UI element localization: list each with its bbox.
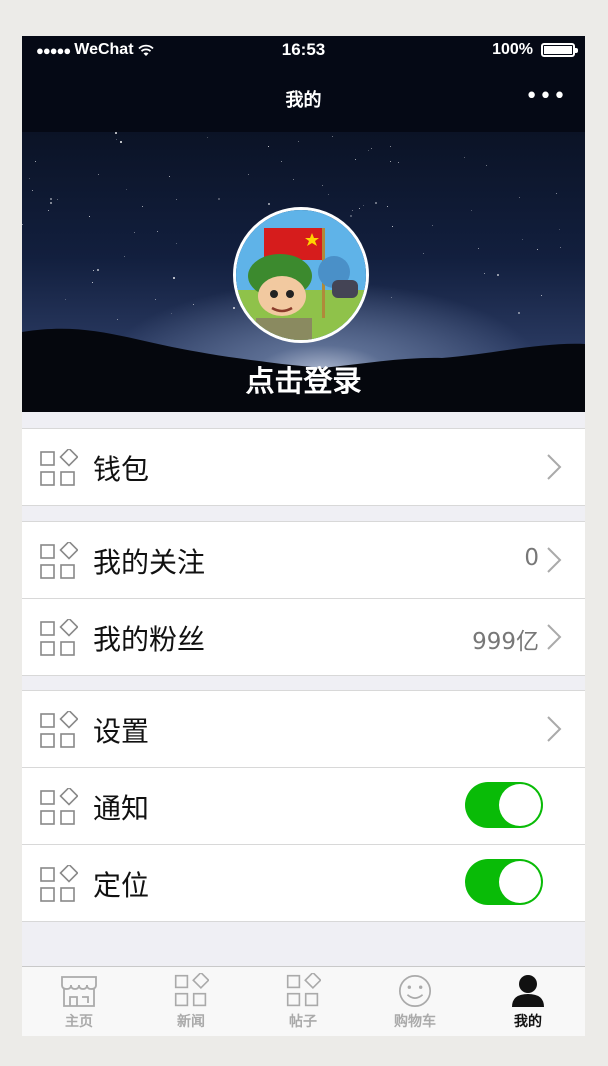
row-value: 999亿 bbox=[472, 629, 539, 655]
list-row[interactable]: 我的粉丝 999亿 bbox=[22, 599, 585, 675]
row-label: 设置 bbox=[93, 715, 150, 748]
soldier-avatar-icon bbox=[236, 210, 366, 340]
list-group: 我的关注 0 我的粉丝 999亿 bbox=[22, 521, 585, 676]
toggle-knob bbox=[499, 861, 541, 903]
profile-header: 点击登录 bbox=[22, 132, 585, 412]
row-label: 通知 bbox=[93, 792, 150, 825]
toggle-knob bbox=[499, 784, 541, 826]
grid-icon bbox=[38, 709, 79, 751]
list-row[interactable]: 通知 bbox=[22, 768, 585, 845]
row-label: 定位 bbox=[93, 869, 150, 902]
list-group: 钱包 bbox=[22, 428, 585, 506]
list-row[interactable]: 钱包 bbox=[22, 429, 585, 505]
tab-me-label: 我的 bbox=[514, 1014, 542, 1030]
chevron-right-icon bbox=[539, 715, 567, 743]
more-menu-icon[interactable]: ••• bbox=[525, 86, 567, 108]
grid-icon bbox=[38, 786, 79, 828]
status-bar: ●●●●● WeChat 16:53 100% bbox=[22, 36, 585, 64]
grid-icon bbox=[38, 617, 79, 659]
grid-icon bbox=[38, 447, 79, 489]
chevron-right-icon bbox=[539, 623, 567, 651]
tab-cart-label: 购物车 bbox=[394, 1014, 436, 1030]
list-row[interactable]: 设置 bbox=[22, 691, 585, 768]
row-label: 钱包 bbox=[93, 453, 150, 486]
grid-icon bbox=[174, 973, 209, 1007]
page-title: 我的 bbox=[285, 90, 322, 111]
tab-news[interactable]: 新闻 bbox=[151, 973, 231, 1031]
toggle-switch[interactable] bbox=[465, 782, 543, 828]
grid-icon bbox=[38, 540, 79, 582]
list-row[interactable]: 定位 bbox=[22, 845, 585, 921]
login-link[interactable]: 点击登录 bbox=[22, 358, 585, 400]
navigation-bar: 我的 ••• bbox=[22, 64, 585, 132]
tab-bar: 主页 新闻 帖子 购物车 我的 bbox=[22, 966, 585, 1036]
tab-home-label: 主页 bbox=[65, 1014, 93, 1030]
toggle-switch[interactable] bbox=[465, 859, 543, 905]
tab-posts[interactable]: 帖子 bbox=[263, 973, 343, 1031]
battery-percent: 100% bbox=[492, 41, 533, 58]
row-label: 我的粉丝 bbox=[93, 623, 206, 656]
tab-me[interactable]: 我的 bbox=[488, 973, 568, 1031]
tab-posts-label: 帖子 bbox=[289, 1014, 317, 1030]
tab-home[interactable]: 主页 bbox=[39, 973, 119, 1031]
list-row[interactable]: 我的关注 0 bbox=[22, 522, 585, 599]
tab-news-label: 新闻 bbox=[177, 1014, 205, 1030]
smile-icon bbox=[398, 974, 432, 1008]
store-icon bbox=[61, 976, 97, 1007]
battery-icon bbox=[541, 43, 578, 57]
chevron-right-icon bbox=[539, 546, 567, 574]
row-label: 我的关注 bbox=[93, 546, 206, 579]
user-icon bbox=[512, 975, 544, 1007]
tab-cart[interactable]: 购物车 bbox=[375, 973, 455, 1031]
phone-screen: ●●●●● WeChat 16:53 100% 我的 ••• 点击登录 钱包 我… bbox=[22, 36, 585, 1036]
user-avatar[interactable] bbox=[233, 207, 369, 343]
grid-icon bbox=[38, 863, 79, 905]
chevron-right-icon bbox=[539, 453, 567, 481]
list-group: 设置 通知 定位 bbox=[22, 690, 585, 922]
row-value: 0 bbox=[524, 545, 539, 571]
grid-icon bbox=[286, 973, 321, 1007]
